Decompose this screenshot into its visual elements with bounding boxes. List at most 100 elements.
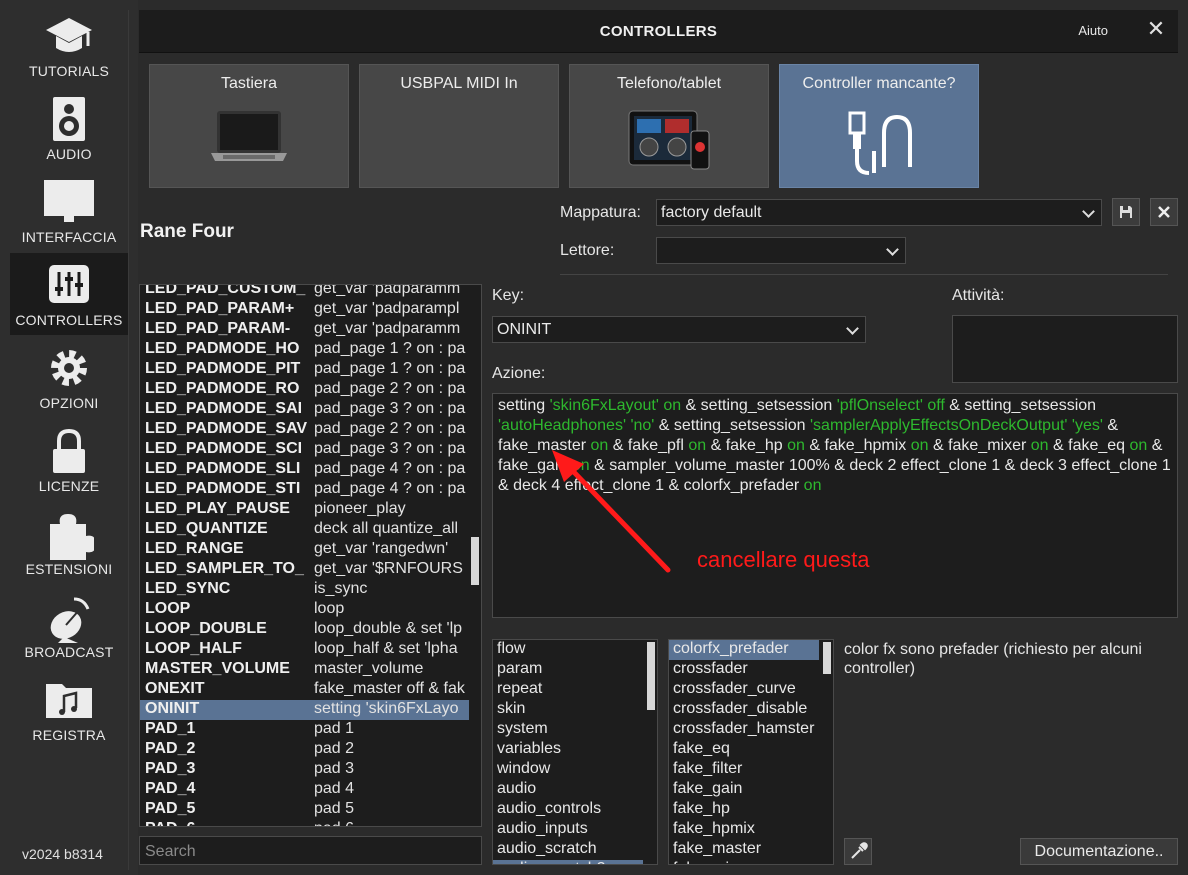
key-name: LOOP_HALF (145, 640, 242, 657)
key-list[interactable]: LED_PAD_CUSTOM_ get_var 'padparamm LED_PAD… (139, 284, 482, 827)
key-row[interactable]: PAD_5 pad 5 (140, 800, 470, 820)
category-item[interactable]: flow (493, 640, 643, 660)
key-row[interactable]: LED_PAD_PARAM-get_var 'padparamm (140, 320, 470, 340)
scrollbar-thumb[interactable] (823, 642, 831, 674)
sidebar-item-audio[interactable]: AUDIO (10, 87, 128, 169)
sidebar-item-label: ESTENSIONI (25, 561, 113, 577)
key-row[interactable]: LED_PADMODE_PIT pad_page 1 ? on : pa (140, 360, 470, 380)
player-select[interactable] (656, 237, 906, 264)
category-item[interactable]: param (493, 660, 643, 680)
verb-item[interactable]: crossfader_hamster (669, 720, 819, 740)
key-row[interactable]: LOOP loop (140, 600, 470, 620)
mapping-select[interactable]: factory default (656, 199, 1102, 226)
key-name: LED_PADMODE_SAV (145, 420, 307, 437)
category-item[interactable]: system (493, 720, 643, 740)
verb-item[interactable]: crossfader (669, 660, 819, 680)
sidebar-item-controllers[interactable]: CONTROLLERS (10, 253, 128, 335)
verb-item[interactable]: colorfx_prefader (669, 640, 819, 660)
scrollbar-thumb[interactable] (471, 537, 479, 585)
key-row[interactable]: LED_PADMODE_SLI pad_page 4 ? on : pa (140, 460, 470, 480)
puzzle-icon (50, 514, 94, 560)
verb-item[interactable]: fake_hp (669, 800, 819, 820)
category-scrollbar[interactable] (645, 640, 657, 864)
key-action: get_var 'padparampl (314, 300, 460, 317)
key-row[interactable]: LED_PAD_CUSTOM_ get_var 'padparamm (140, 285, 470, 300)
controllers-window: TUTORIALS AUDIO INTERFACCIA CONTROLLERS OPZI… (0, 0, 1188, 875)
key-row[interactable]: LED_SYNC is_sync (140, 580, 470, 600)
key-row[interactable]: PAD_4 pad 4 (140, 780, 470, 800)
verb-item[interactable]: fake_filter (669, 760, 819, 780)
category-item[interactable]: audio_scratch2 (493, 860, 643, 864)
sidebar-item-label: BROADCAST (24, 644, 114, 660)
key-select[interactable]: ONINIT (492, 316, 866, 343)
verb-item[interactable]: crossfader_curve (669, 680, 819, 700)
category-item[interactable]: variables (493, 740, 643, 760)
key-row[interactable]: LOOP_DOUBLE loop_double & set 'lp (140, 620, 470, 640)
key-row[interactable]: LED_PADMODE_SCI pad_page 3 ? on : pa (140, 440, 470, 460)
verb-list[interactable]: colorfx_prefader crossfader crossfader_cur… (668, 639, 834, 865)
action-token: setting (498, 397, 550, 414)
verb-item[interactable]: fake_master (669, 840, 819, 860)
key-row[interactable]: ONEXIT fake_master off & fak (140, 680, 470, 700)
verb-item[interactable]: fake_gain (669, 780, 819, 800)
floppy-disk-icon (1120, 206, 1132, 218)
lock-icon (53, 429, 85, 473)
verb-item[interactable]: crossfader_disable (669, 700, 819, 720)
category-item[interactable]: audio (493, 780, 643, 800)
key-row[interactable]: PAD_2 pad 2 (140, 740, 470, 760)
key-row[interactable]: PAD_1 pad 1 (140, 720, 470, 740)
picker-button[interactable] (844, 838, 872, 865)
key-row[interactable]: PAD_6 pad 6 (140, 820, 470, 826)
key-row[interactable]: LED_RANGE get_var 'rangedwn' (140, 540, 470, 560)
key-row[interactable]: LED_PADMODE_HO pad_page 1 ? on : pa (140, 340, 470, 360)
sidebar-item-broadcast[interactable]: BROADCAST (10, 585, 128, 667)
category-item[interactable]: repeat (493, 680, 643, 700)
sidebar-item-licenze[interactable]: LICENZE (10, 419, 128, 501)
verb-scrollbar[interactable] (821, 640, 833, 864)
key-row[interactable]: LOOP_HALF loop_half & set 'lpha (140, 640, 470, 660)
key-row[interactable]: ONINIT setting 'skin6FxLayo (140, 700, 470, 720)
key-name: LED_PADMODE_STI (145, 480, 301, 497)
tile-missing-controller[interactable]: Controller mancante? (779, 64, 979, 188)
sidebar-item-registra[interactable]: REGISTRA (10, 668, 128, 750)
tile-phone-tablet[interactable]: Telefono/tablet (569, 64, 769, 188)
key-row[interactable]: LED_SAMPLER_TO_ get_var '$RNFOURS (140, 560, 470, 580)
category-item[interactable]: audio_controls (493, 800, 643, 820)
key-row[interactable]: LED_PLAY_PAUSE pioneer_play (140, 500, 470, 520)
delete-mapping-button[interactable] (1150, 198, 1178, 226)
category-item[interactable]: audio_scratch (493, 840, 643, 860)
search-input[interactable]: Search (139, 836, 482, 865)
verb-item[interactable]: fake_mixer (669, 860, 819, 864)
key-row[interactable]: LED_PADMODE_SAI pad_page 3 ? on : pa (140, 400, 470, 420)
verb-item[interactable]: fake_hpmix (669, 820, 819, 840)
key-row[interactable]: LED_PAD_PARAM+ get_var 'padparampl (140, 300, 470, 320)
sidebar-item-tutorials[interactable]: TUTORIALS (10, 4, 128, 86)
key-row[interactable]: LED_QUANTIZE deck all quantize_all (140, 520, 470, 540)
key-row[interactable]: LED_PADMODE_RO pad_page 2 ? on : pa (140, 380, 470, 400)
category-item[interactable]: window (493, 760, 643, 780)
key-row[interactable]: PAD_3 pad 3 (140, 760, 470, 780)
verb-item[interactable]: fake_eq (669, 740, 819, 760)
key-action: get_var 'rangedwn' (314, 540, 449, 557)
save-mapping-button[interactable] (1112, 198, 1140, 226)
category-item[interactable]: audio_inputs (493, 820, 643, 840)
action-token: & setting_setsession (681, 397, 837, 414)
key-row[interactable]: LED_PADMODE_STI pad_page 4 ? on : pa (140, 480, 470, 500)
action-token: on (803, 477, 822, 494)
sidebar-item-interfaccia[interactable]: INTERFACCIA (10, 170, 128, 252)
key-list-scrollbar[interactable] (469, 285, 481, 826)
category-item[interactable]: skin (493, 700, 643, 720)
tile-usbpal-midi[interactable]: USBPAL MIDI In (359, 64, 559, 188)
documentation-button[interactable]: Documentazione.. (1020, 838, 1178, 865)
key-row[interactable]: MASTER_VOLUME master_volume (140, 660, 470, 680)
close-icon[interactable]: ✕ (1146, 18, 1166, 40)
tile-keyboard[interactable]: Tastiera (149, 64, 349, 188)
sidebar-item-estensioni[interactable]: ESTENSIONI (10, 502, 128, 584)
sidebar-item-opzioni[interactable]: OPZIONI (10, 336, 128, 418)
category-list[interactable]: flow param repeat skin system variables window… (492, 639, 658, 865)
key-row[interactable]: LED_PADMODE_SAV pad_page 2 ? on : pa (140, 420, 470, 440)
scrollbar-thumb[interactable] (647, 642, 655, 710)
key-action: loop_half & set 'lpha (314, 640, 458, 657)
mapping-label: Mappatura: (560, 204, 641, 221)
help-link[interactable]: Aiuto (1078, 23, 1108, 38)
